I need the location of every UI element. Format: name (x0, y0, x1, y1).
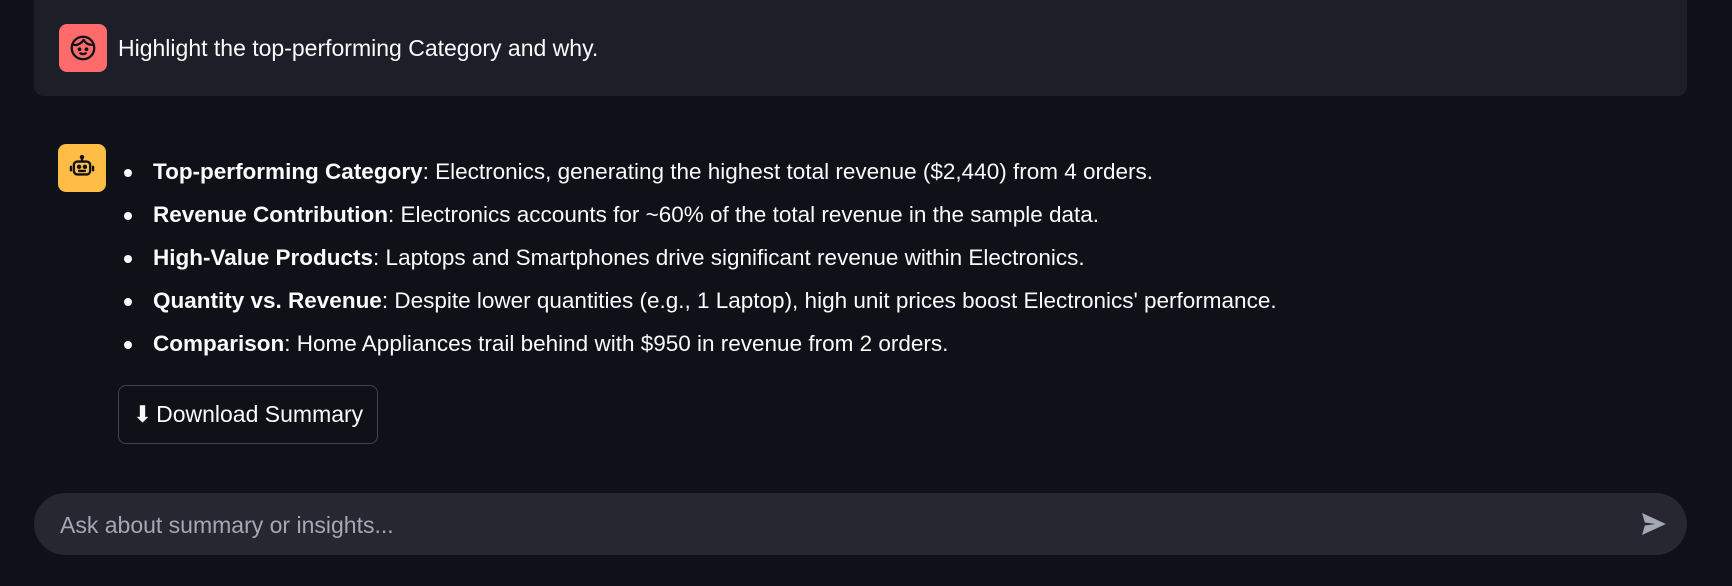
list-item: High-Value Products: Laptops and Smartph… (118, 236, 1277, 279)
user-message-text: Highlight the top-performing Category an… (118, 35, 599, 61)
list-item: Revenue Contribution: Electronics accoun… (118, 193, 1277, 236)
download-arrow-icon: ⬇ (132, 401, 153, 427)
download-button-label: Download Summary (156, 401, 364, 427)
bullet-text: : Electronics accounts for ~60% of the t… (388, 202, 1100, 227)
bullet-dot (124, 341, 132, 349)
bullet-label: Comparison (153, 331, 285, 356)
download-summary-button[interactable]: ⬇ Download Summary (118, 385, 378, 444)
chat-input[interactable] (58, 493, 1602, 557)
user-message: Highlight the top-performing Category an… (34, 0, 1687, 96)
list-item: Quantity vs. Revenue: Despite lower quan… (118, 279, 1277, 322)
bullet-text: : Electronics, generating the highest to… (422, 159, 1153, 184)
bullet-dot (124, 298, 132, 306)
bullet-dot (124, 212, 132, 220)
robot-icon (69, 154, 95, 176)
user-avatar (59, 24, 107, 72)
chat-input-bar (34, 493, 1687, 557)
bullet-label: High-Value Products (153, 245, 374, 270)
list-item: Comparison: Home Appliances trail behind… (118, 322, 1277, 365)
bullet-label: Revenue Contribution (153, 202, 388, 227)
bullet-label: Top-performing Category (153, 159, 423, 184)
list-item: Top-performing Category: Electronics, ge… (118, 150, 1277, 193)
send-icon (1642, 513, 1666, 535)
assistant-bullet-list: Top-performing Category: Electronics, ge… (118, 150, 1277, 365)
bullet-text: : Laptops and Smartphones drive signific… (373, 245, 1085, 270)
send-button[interactable] (1637, 507, 1671, 541)
bullet-dot (124, 169, 132, 177)
bullet-text: : Home Appliances trail behind with $950… (284, 331, 949, 356)
assistant-avatar (58, 144, 106, 192)
bullet-label: Quantity vs. Revenue (153, 288, 382, 313)
user-face-icon (70, 35, 96, 61)
bullet-dot (124, 255, 132, 263)
bullet-text: : Despite lower quantities (e.g., 1 Lapt… (381, 288, 1277, 313)
